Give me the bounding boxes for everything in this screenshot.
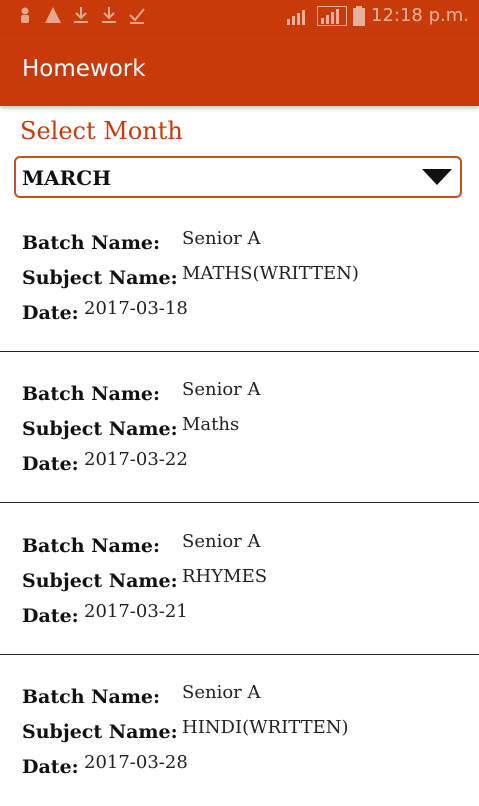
date-row: Date: 2017-03-18 (22, 298, 188, 324)
batch-value: Senior A (182, 228, 261, 249)
subject-value: Maths (182, 414, 240, 435)
date-label: Date: (22, 302, 79, 324)
subject-row: Subject Name: HINDI(WRITTEN) (22, 717, 349, 743)
subject-value: RHYMES (182, 566, 268, 587)
status-system-icons: 12:18 p.m. (287, 5, 469, 26)
status-bar: 12:18 p.m. (0, 0, 479, 34)
list-item[interactable]: Batch Name: Senior A Subject Name: MATHS… (0, 202, 479, 352)
subject-label: Subject Name: (22, 570, 178, 592)
list-item[interactable]: Batch Name: Senior A Subject Name: Maths… (0, 353, 479, 503)
subject-label: Subject Name: (22, 721, 178, 743)
list-item[interactable]: Batch Name: Senior A Subject Name: HINDI… (0, 656, 479, 806)
subject-label: Subject Name: (22, 418, 178, 440)
date-row: Date: 2017-03-22 (22, 449, 188, 475)
subject-value: HINDI(WRITTEN) (182, 717, 349, 738)
subject-row: Subject Name: RHYMES (22, 566, 267, 592)
select-month-label: Select Month (20, 117, 183, 145)
battery-icon (353, 5, 365, 26)
batch-row: Batch Name: Senior A (22, 379, 261, 405)
batch-value: Senior A (182, 682, 261, 703)
date-row: Date: 2017-03-21 (22, 601, 188, 627)
check-icon (129, 8, 145, 24)
month-dropdown[interactable]: MARCH (14, 156, 462, 198)
batch-row: Batch Name: Senior A (22, 228, 261, 254)
person-icon (21, 7, 29, 23)
warning-icon (45, 7, 61, 23)
date-value: 2017-03-18 (84, 298, 188, 319)
date-label: Date: (22, 756, 79, 778)
date-value: 2017-03-21 (84, 601, 188, 622)
date-label: Date: (22, 605, 79, 627)
batch-label: Batch Name: (22, 232, 161, 254)
batch-row: Batch Name: Senior A (22, 682, 261, 708)
batch-value: Senior A (182, 531, 261, 552)
page-title: Homework (22, 56, 146, 82)
list-item[interactable]: Batch Name: Senior A Subject Name: RHYME… (0, 505, 479, 655)
subject-value: MATHS(WRITTEN) (182, 263, 359, 284)
subject-label: Subject Name: (22, 267, 178, 289)
dropdown-arrow-icon (422, 169, 452, 185)
batch-row: Batch Name: Senior A (22, 531, 261, 557)
date-row: Date: 2017-03-28 (22, 752, 188, 778)
date-value: 2017-03-22 (84, 449, 188, 470)
app-bar: Homework (0, 34, 479, 106)
date-value: 2017-03-28 (84, 752, 188, 773)
batch-label: Batch Name: (22, 686, 161, 708)
signal-icon (287, 9, 305, 25)
batch-label: Batch Name: (22, 383, 161, 405)
status-time: 12:18 p.m. (371, 5, 469, 26)
subject-row: Subject Name: Maths (22, 414, 239, 440)
status-notification-icons (16, 6, 146, 24)
subject-row: Subject Name: MATHS(WRITTEN) (22, 263, 359, 289)
date-label: Date: (22, 453, 79, 475)
download-icon (74, 7, 88, 23)
batch-value: Senior A (182, 379, 261, 400)
selected-month: MARCH (22, 166, 112, 190)
batch-label: Batch Name: (22, 535, 161, 557)
download-icon (102, 7, 116, 23)
signal-strength-icon (317, 5, 347, 26)
